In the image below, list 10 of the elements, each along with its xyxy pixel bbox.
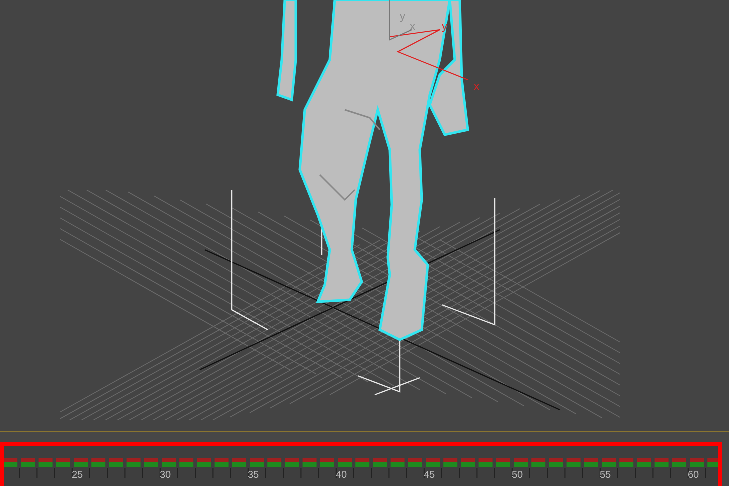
- frame-number: 60: [688, 471, 700, 481]
- frame-number: 25: [72, 471, 84, 481]
- axis-label: x: [474, 82, 480, 93]
- frame-number: 30: [160, 471, 172, 481]
- frame-number: 55: [600, 471, 612, 481]
- frame-number: 35: [248, 471, 260, 481]
- frame-number: 45: [424, 471, 436, 481]
- frame-number: 50: [512, 471, 524, 481]
- timeline-track[interactable]: 25 30 35 40 45 50 55 60: [0, 442, 722, 486]
- frame-number: 40: [336, 471, 348, 481]
